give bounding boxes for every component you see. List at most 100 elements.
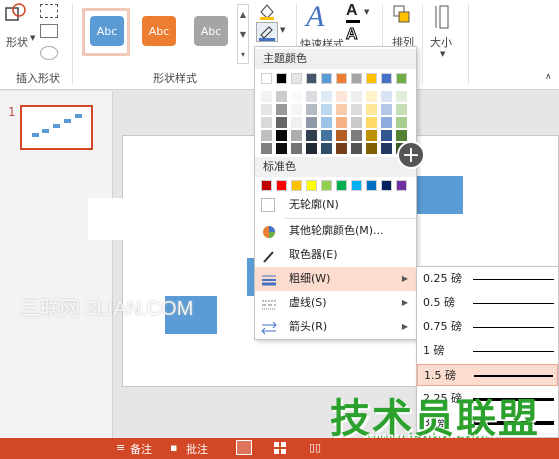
comments-button[interactable]: 批注 <box>186 441 208 457</box>
theme-color-swatch[interactable] <box>396 130 407 141</box>
theme-color-swatch[interactable] <box>336 104 347 115</box>
shape-button-label[interactable]: 形状 <box>6 34 28 50</box>
theme-color-swatch[interactable] <box>336 130 347 141</box>
slide-sorter-button[interactable] <box>272 440 288 455</box>
normal-view-button[interactable] <box>236 440 252 455</box>
weight-option[interactable]: 0.75 磅 <box>417 316 558 338</box>
theme-color-swatch[interactable] <box>366 73 377 84</box>
more-icon[interactable]: ▾ <box>238 45 248 65</box>
theme-color-swatch[interactable] <box>366 117 377 128</box>
theme-color-swatch[interactable] <box>396 73 407 84</box>
theme-color-swatch[interactable] <box>366 143 377 154</box>
theme-color-swatch[interactable] <box>321 130 332 141</box>
notes-button[interactable]: 备注 <box>130 441 152 457</box>
theme-color-swatch[interactable] <box>306 73 317 84</box>
reading-view-icon[interactable]: ▯▯ <box>308 440 324 455</box>
theme-color-swatch[interactable] <box>261 143 272 154</box>
theme-color-swatch[interactable] <box>291 143 302 154</box>
theme-color-swatch[interactable] <box>291 91 302 102</box>
theme-color-swatch[interactable] <box>366 104 377 115</box>
more-outline-colors-item[interactable]: 其他轮廓颜色(M)... <box>255 219 416 243</box>
shape-outline-icon[interactable] <box>256 22 278 42</box>
shape-rect[interactable] <box>413 176 463 214</box>
draw-textbox-icon[interactable] <box>40 24 58 38</box>
theme-color-swatch[interactable] <box>321 117 332 128</box>
notes-icon[interactable]: ≡ <box>116 441 125 454</box>
standard-color-swatch[interactable] <box>261 180 272 191</box>
collapse-ribbon-icon[interactable]: ∧ <box>545 72 552 82</box>
theme-color-swatch[interactable] <box>321 143 332 154</box>
theme-color-swatch[interactable] <box>396 91 407 102</box>
theme-color-swatch[interactable] <box>321 104 332 115</box>
theme-color-swatch[interactable] <box>306 117 317 128</box>
theme-color-swatch[interactable] <box>261 91 272 102</box>
theme-color-swatch[interactable] <box>351 73 362 84</box>
standard-color-swatch[interactable] <box>381 180 392 191</box>
chevron-down-icon[interactable]: ▼ <box>280 26 285 34</box>
standard-color-swatch[interactable] <box>351 180 362 191</box>
standard-color-swatch[interactable] <box>366 180 377 191</box>
theme-color-swatch[interactable] <box>351 104 362 115</box>
theme-color-swatch[interactable] <box>351 117 362 128</box>
chevron-down-icon[interactable]: ▼ <box>440 50 445 58</box>
theme-color-swatch[interactable] <box>291 117 302 128</box>
style-gallery-scroll[interactable]: ▲ ▼ ▾ <box>237 4 249 64</box>
standard-color-swatch[interactable] <box>276 180 287 191</box>
theme-color-swatch[interactable] <box>351 130 362 141</box>
theme-color-swatch[interactable] <box>276 130 287 141</box>
theme-color-swatch[interactable] <box>306 91 317 102</box>
theme-color-swatch[interactable] <box>306 143 317 154</box>
standard-color-swatch[interactable] <box>306 180 317 191</box>
weight-option[interactable]: 1.5 磅 <box>417 364 558 386</box>
weight-option[interactable]: 0.25 磅 <box>417 268 558 290</box>
slide-thumbnail[interactable] <box>20 105 93 150</box>
theme-color-swatch[interactable] <box>291 73 302 84</box>
standard-color-swatch[interactable] <box>336 180 347 191</box>
size-icon[interactable] <box>434 4 454 30</box>
theme-color-swatch[interactable] <box>381 130 392 141</box>
theme-color-swatch[interactable] <box>381 104 392 115</box>
theme-color-swatch[interactable] <box>336 143 347 154</box>
theme-color-swatch[interactable] <box>381 117 392 128</box>
theme-color-swatch[interactable] <box>276 104 287 115</box>
text-outline-icon[interactable]: A <box>346 26 359 44</box>
weight-option[interactable]: 1 磅 <box>417 340 558 362</box>
shape-icon[interactable] <box>4 2 26 24</box>
theme-color-swatch[interactable] <box>336 73 347 84</box>
standard-color-swatch[interactable] <box>396 180 407 191</box>
eyedropper-item[interactable]: 取色器(E) <box>255 243 416 267</box>
theme-color-swatch[interactable] <box>276 117 287 128</box>
theme-color-swatch[interactable] <box>291 104 302 115</box>
weight-option[interactable]: 3 磅 <box>417 412 558 434</box>
theme-color-swatch[interactable] <box>381 91 392 102</box>
edit-shape-icon[interactable] <box>40 4 58 18</box>
size-label[interactable]: 大小 <box>430 34 452 50</box>
theme-color-swatch[interactable] <box>261 117 272 128</box>
theme-color-swatch[interactable] <box>351 91 362 102</box>
theme-color-swatch[interactable] <box>306 130 317 141</box>
shape-rect[interactable] <box>165 296 217 334</box>
weight-item[interactable]: 粗细(W) ▶ <box>255 267 416 291</box>
theme-color-swatch[interactable] <box>261 104 272 115</box>
arrange-icon[interactable] <box>392 4 412 26</box>
theme-color-swatch[interactable] <box>351 143 362 154</box>
theme-color-swatch[interactable] <box>381 143 392 154</box>
theme-color-swatch[interactable] <box>336 91 347 102</box>
theme-color-swatch[interactable] <box>336 117 347 128</box>
arrows-item[interactable]: 箭头(R) ▶ <box>255 315 416 339</box>
theme-color-swatch[interactable] <box>306 104 317 115</box>
no-outline-item[interactable]: 无轮廓(N) <box>255 193 416 217</box>
shape-style-3[interactable]: Abc <box>186 8 234 56</box>
chevron-down-icon[interactable]: ▼ <box>30 34 35 42</box>
shape-style-2[interactable]: Abc <box>134 8 182 56</box>
theme-color-swatch[interactable] <box>321 73 332 84</box>
theme-color-swatch[interactable] <box>261 130 272 141</box>
theme-color-swatch[interactable] <box>261 73 272 84</box>
theme-color-swatch[interactable] <box>366 130 377 141</box>
weight-option[interactable]: 0.5 磅 <box>417 292 558 314</box>
theme-color-swatch[interactable] <box>276 91 287 102</box>
theme-color-swatch[interactable] <box>321 91 332 102</box>
comments-icon[interactable]: ▪ <box>170 441 177 454</box>
theme-color-swatch[interactable] <box>396 117 407 128</box>
merge-shapes-icon[interactable] <box>40 46 58 60</box>
